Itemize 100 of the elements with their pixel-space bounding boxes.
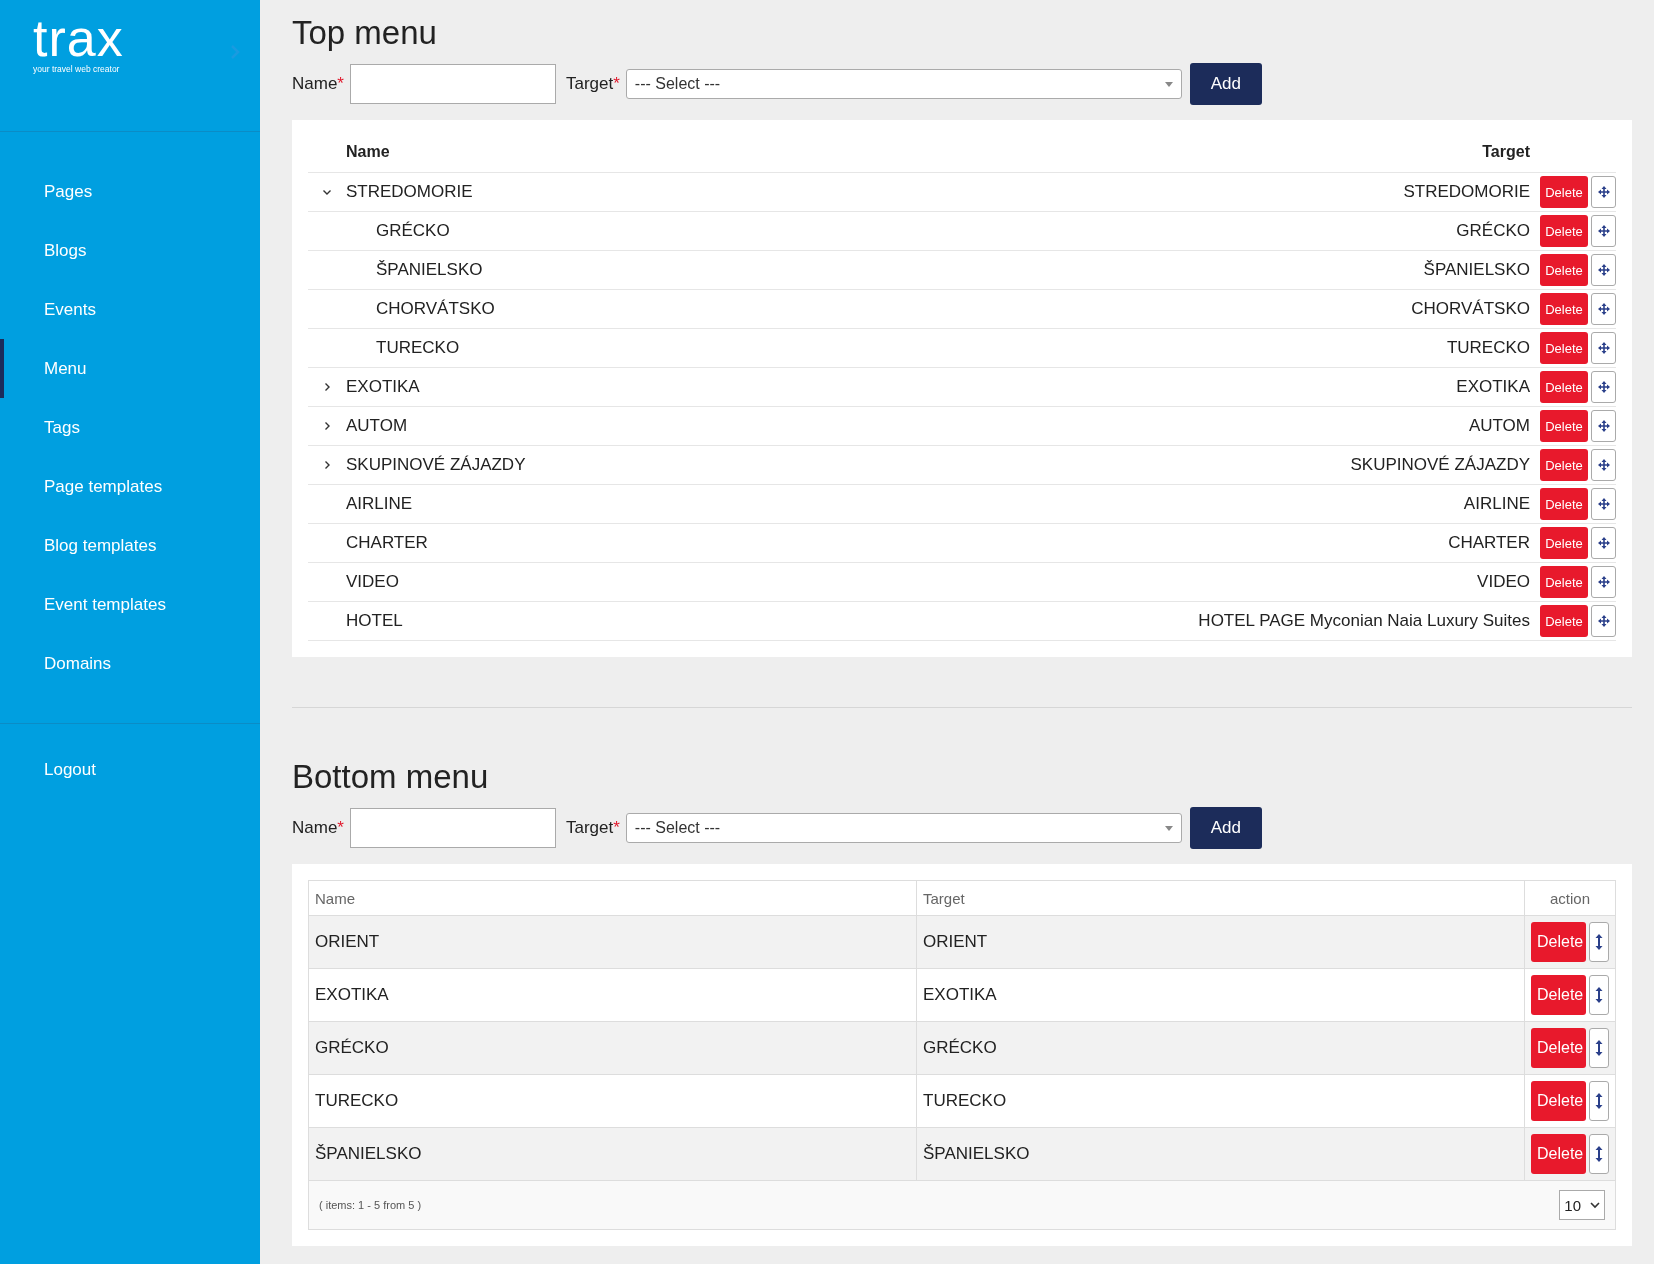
move-handle-icon[interactable]	[1591, 527, 1616, 559]
menu-item-name: CHORVÁTSKO	[375, 299, 496, 319]
column-header: action	[1549, 888, 1591, 909]
sidebar-item[interactable]: Page templates	[0, 457, 260, 516]
menu-item-name: GRÉCKO	[375, 221, 451, 241]
move-handle-icon[interactable]	[1591, 293, 1616, 325]
sidebar-item[interactable]: Tags	[0, 398, 260, 457]
move-handle-icon[interactable]	[1591, 332, 1616, 364]
menu-item-name: EXOTIKA	[346, 377, 421, 397]
menu-item-name: VIDEO	[346, 572, 400, 592]
menu-item-target: AUTOM	[1468, 416, 1531, 436]
delete-button[interactable]: Delete	[1531, 1081, 1586, 1121]
menu-item-target: GRÉCKO	[1456, 221, 1531, 241]
column-header: Target	[917, 881, 1525, 915]
move-handle-icon[interactable]	[1591, 410, 1616, 442]
menu-item-target: STREDOMORIE	[1403, 182, 1531, 202]
table-cell: ORIENT	[917, 916, 1525, 968]
sidebar-item[interactable]: Domains	[0, 634, 260, 693]
add-button[interactable]: Add	[1189, 807, 1262, 849]
section-title: Bottom menu	[292, 758, 490, 796]
chevron-down-icon[interactable]	[322, 187, 332, 197]
menu-item-name: CHARTER	[346, 533, 429, 553]
menu-item-target: AIRLINE	[1463, 494, 1531, 514]
delete-button[interactable]: Delete	[1540, 332, 1588, 364]
chevron-right-icon[interactable]	[322, 460, 332, 470]
delete-button[interactable]: Delete	[1540, 215, 1588, 247]
pagination-summary: ( items: 1 - 5 from 5 )	[319, 1199, 422, 1211]
menu-item-name: AIRLINE	[346, 494, 414, 514]
target-label: Target*	[566, 818, 620, 838]
sort-handle-icon[interactable]	[1589, 975, 1609, 1015]
menu-item-target: CHARTER	[1448, 533, 1531, 553]
logout-link[interactable]: Logout	[0, 740, 260, 799]
column-header: Name	[309, 881, 917, 915]
chevron-right-icon[interactable]	[322, 382, 332, 392]
menu-item-name: TURECKO	[375, 338, 461, 358]
move-handle-icon[interactable]	[1591, 566, 1616, 598]
delete-button[interactable]: Delete	[1540, 254, 1588, 286]
move-handle-icon[interactable]	[1591, 488, 1616, 520]
move-handle-icon[interactable]	[1591, 176, 1616, 208]
name-input[interactable]	[350, 808, 556, 848]
table-cell: TURECKO	[309, 1075, 917, 1127]
name-label: Name*	[292, 818, 344, 838]
sidebar-item[interactable]: Event templates	[0, 575, 260, 634]
sidebar-item[interactable]: Blog templates	[0, 516, 260, 575]
menu-item-target: TURECKO	[1446, 338, 1531, 358]
column-header: Name	[346, 143, 391, 161]
delete-button[interactable]: Delete	[1531, 1134, 1586, 1174]
delete-button[interactable]: Delete	[1531, 922, 1586, 962]
delete-button[interactable]: Delete	[1540, 488, 1588, 520]
move-handle-icon[interactable]	[1591, 215, 1616, 247]
chevron-right-icon[interactable]	[322, 421, 332, 431]
menu-item-name: ŠPANIELSKO	[375, 260, 484, 280]
menu-item-target: EXOTIKA	[1456, 377, 1531, 397]
delete-button[interactable]: Delete	[1531, 975, 1586, 1015]
name-input[interactable]	[350, 64, 556, 104]
dropdown-arrow-icon	[1164, 825, 1173, 831]
menu-item-target: CHORVÁTSKO	[1411, 299, 1531, 319]
target-label: Target*	[566, 74, 620, 94]
target-select[interactable]: --- Select ---	[625, 813, 1182, 843]
delete-button[interactable]: Delete	[1531, 1028, 1586, 1068]
target-select[interactable]: --- Select ---	[625, 69, 1182, 99]
sidebar-item[interactable]: Menu	[0, 339, 260, 398]
table-cell: EXOTIKA	[309, 969, 917, 1021]
page-size-select[interactable]: 10	[1559, 1190, 1605, 1220]
sort-handle-icon[interactable]	[1589, 922, 1609, 962]
delete-button[interactable]: Delete	[1540, 293, 1588, 325]
logo-tagline: your travel web creator	[33, 64, 121, 74]
menu-item-name: STREDOMORIE	[346, 182, 474, 202]
move-handle-icon[interactable]	[1591, 605, 1616, 637]
delete-button[interactable]: Delete	[1540, 371, 1588, 403]
menu-item-target: SKUPINOVÉ ZÁJAZDY	[1350, 455, 1531, 475]
delete-button[interactable]: Delete	[1540, 605, 1588, 637]
menu-item-name: HOTEL	[346, 611, 404, 631]
move-handle-icon[interactable]	[1591, 254, 1616, 286]
table-cell: ORIENT	[309, 916, 917, 968]
section-title: Top menu	[292, 14, 438, 52]
dropdown-arrow-icon	[1164, 81, 1173, 87]
menu-item-target: HOTEL PAGE Myconian Naia Luxury Suites	[1198, 611, 1531, 631]
move-handle-icon[interactable]	[1591, 371, 1616, 403]
menu-item-name: AUTOM	[346, 416, 409, 436]
sort-handle-icon[interactable]	[1589, 1134, 1609, 1174]
delete-button[interactable]: Delete	[1540, 527, 1588, 559]
sort-handle-icon[interactable]	[1589, 1028, 1609, 1068]
sidebar-item[interactable]: Blogs	[0, 221, 260, 280]
sort-handle-icon[interactable]	[1589, 1081, 1609, 1121]
move-handle-icon[interactable]	[1591, 449, 1616, 481]
add-button[interactable]: Add	[1189, 63, 1262, 105]
name-label: Name*	[292, 74, 344, 94]
delete-button[interactable]: Delete	[1540, 566, 1588, 598]
column-header: Target	[1482, 143, 1531, 161]
sidebar-item[interactable]: Events	[0, 280, 260, 339]
table-cell: EXOTIKA	[917, 969, 1525, 1021]
table-cell: ŠPANIELSKO	[917, 1128, 1525, 1180]
sidebar-item[interactable]: Pages	[0, 162, 260, 221]
delete-button[interactable]: Delete	[1540, 410, 1588, 442]
delete-button[interactable]: Delete	[1540, 449, 1588, 481]
menu-item-target: ŠPANIELSKO	[1423, 260, 1531, 280]
menu-item-name: SKUPINOVÉ ZÁJAZDY	[346, 455, 527, 475]
menu-item-target: VIDEO	[1477, 572, 1531, 592]
delete-button[interactable]: Delete	[1540, 176, 1588, 208]
